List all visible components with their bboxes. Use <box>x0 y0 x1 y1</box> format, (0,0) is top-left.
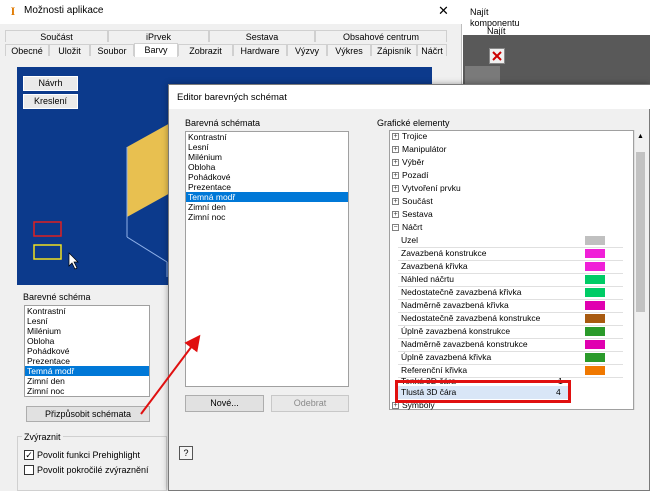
scheme-group-label: Barevné schéma <box>23 292 91 302</box>
tab-nacrt[interactable]: Náčrt <box>417 44 447 56</box>
scroll-up-icon[interactable]: ▲ <box>637 133 644 140</box>
list-item[interactable]: Zimní noc <box>186 212 348 222</box>
editor-title: Editor barevných schémat <box>177 92 287 103</box>
tree-item[interactable]: Náhled náčrtu <box>401 273 454 286</box>
list-item[interactable]: Lesní <box>25 316 149 326</box>
collapse-icon[interactable]: − <box>392 224 399 231</box>
editor-scheme-list[interactable]: Kontrastní Lesní Milénium Obloha Pohádko… <box>185 131 349 387</box>
prehighlight-label: Povolit funkci Prehighlight <box>37 450 141 460</box>
tree-item[interactable]: Nadměrně zavazbená křivka <box>401 299 509 312</box>
list-item[interactable]: Obloha <box>25 336 149 346</box>
design-button[interactable]: Návrh <box>23 76 78 91</box>
tree-group-vytvoreni-prvku[interactable]: Vytvoření prvku <box>402 182 461 195</box>
tree-item[interactable]: Zavazbená křivka <box>401 260 468 273</box>
list-item[interactable]: Milénium <box>186 152 348 162</box>
list-item[interactable]: Kontrastní <box>25 306 149 316</box>
tree-item[interactable]: Uzel <box>401 234 418 247</box>
graphics-elements-label: Grafické elementy <box>377 118 450 128</box>
drafting-button[interactable]: Kreslení <box>23 94 78 109</box>
list-item[interactable]: Obloha <box>186 162 348 172</box>
expand-icon[interactable]: + <box>392 198 399 205</box>
tree-scrollbar-thumb[interactable] <box>636 152 645 312</box>
close-panel-icon[interactable] <box>489 48 505 64</box>
list-item-selected[interactable]: Temná modř <box>186 192 348 202</box>
tab-soucast[interactable]: Součást <box>5 30 108 42</box>
color-swatch[interactable] <box>585 275 605 284</box>
color-swatch[interactable] <box>585 327 605 336</box>
tab-vyzvy[interactable]: Výzvy <box>287 44 327 56</box>
tree-item[interactable]: Nadměrně zavazbená konstrukce <box>401 338 528 351</box>
highlight-group-label: Zvýraznit <box>22 432 63 442</box>
tree-item[interactable]: Nedostatečně zavazbená křivka <box>401 286 522 299</box>
tab-vykres[interactable]: Výkres <box>327 44 371 56</box>
color-swatch[interactable] <box>585 366 605 375</box>
advanced-highlight-label: Povolit pokročilé zvýraznění <box>37 465 149 475</box>
list-item[interactable]: Milénium <box>25 326 149 336</box>
color-schemes-label: Barevná schémata <box>185 118 261 128</box>
tab-obecne[interactable]: Obecné <box>5 44 49 56</box>
app-icon: I <box>6 4 20 18</box>
tab-zobrazit[interactable]: Zobrazit <box>178 44 233 56</box>
color-swatch[interactable] <box>585 288 605 297</box>
tree-group-nacrt[interactable]: Náčrt <box>402 221 422 234</box>
expand-icon[interactable]: + <box>392 402 399 409</box>
tree-item[interactable]: Zavazbená konstrukce <box>401 247 487 260</box>
list-item-selected[interactable]: Temná modř <box>25 366 149 376</box>
list-item[interactable]: Prezentace <box>25 356 149 366</box>
close-icon[interactable]: ✕ <box>425 0 462 24</box>
tree-item[interactable]: Úplně zavazbená konstrukce <box>401 325 510 338</box>
customize-schemes-button[interactable]: Přizpůsobit schémata <box>26 406 150 422</box>
tab-iprvek[interactable]: iPrvek <box>108 30 209 42</box>
expand-icon[interactable]: + <box>392 146 399 153</box>
tab-obsahove-centrum[interactable]: Obsahové centrum <box>315 30 447 42</box>
tree-group-trojice[interactable]: Trojice <box>402 130 427 143</box>
tab-sestava[interactable]: Sestava <box>209 30 315 42</box>
color-swatch[interactable] <box>585 249 605 258</box>
color-swatch[interactable] <box>585 236 605 245</box>
tree-group-manipulator[interactable]: Manipulátor <box>402 143 446 156</box>
list-item[interactable]: Pohádkové <box>186 172 348 182</box>
color-swatch[interactable] <box>585 340 605 349</box>
tree-group-sestava[interactable]: Sestava <box>402 208 433 221</box>
tab-zapisnik[interactable]: Zápisník <box>371 44 417 56</box>
tab-soubor[interactable]: Soubor <box>90 44 134 56</box>
list-item[interactable]: Kontrastní <box>186 132 348 142</box>
tab-hardware[interactable]: Hardware <box>233 44 287 56</box>
prehighlight-checkbox[interactable]: ✓ <box>24 450 34 460</box>
color-swatch[interactable] <box>585 353 605 362</box>
list-item[interactable]: Lesní <box>186 142 348 152</box>
remove-scheme-button[interactable]: Odebrat <box>271 395 349 412</box>
tab-barvy[interactable]: Barvy <box>134 43 178 57</box>
help-icon[interactable]: ? <box>179 446 193 460</box>
expand-icon[interactable]: + <box>392 185 399 192</box>
list-item[interactable]: Zimní den <box>25 376 149 386</box>
tree-group-vyber[interactable]: Výběr <box>402 156 424 169</box>
expand-icon[interactable]: + <box>392 172 399 179</box>
color-swatch[interactable] <box>585 301 605 310</box>
new-scheme-button[interactable]: Nové... <box>185 395 264 412</box>
list-item[interactable]: Zimní den <box>186 202 348 212</box>
tree-item[interactable]: Úplně zavazbená křivka <box>401 351 491 364</box>
expand-icon[interactable]: + <box>392 211 399 218</box>
tab-ulozit[interactable]: Uložit <box>49 44 90 56</box>
tree-group-pozadi[interactable]: Pozadí <box>402 169 428 182</box>
color-swatch[interactable] <box>585 314 605 323</box>
list-item[interactable]: Pohádkové <box>25 346 149 356</box>
expand-icon[interactable]: + <box>392 133 399 140</box>
highlight-group <box>17 436 167 491</box>
tree-item[interactable]: Nedostatečně zavazbená konstrukce <box>401 312 540 325</box>
annotation-highlight-box <box>395 380 571 403</box>
list-item[interactable]: Prezentace <box>186 182 348 192</box>
list-item[interactable]: Zimní noc <box>25 386 149 396</box>
color-swatch[interactable] <box>585 262 605 271</box>
scheme-list[interactable]: Kontrastní Lesní Milénium Obloha Pohádko… <box>24 305 150 397</box>
expand-icon[interactable]: + <box>392 159 399 166</box>
options-title: Možnosti aplikace <box>24 5 104 16</box>
tree-group-soucast[interactable]: Součást <box>402 195 433 208</box>
advanced-highlight-checkbox[interactable] <box>24 465 34 475</box>
